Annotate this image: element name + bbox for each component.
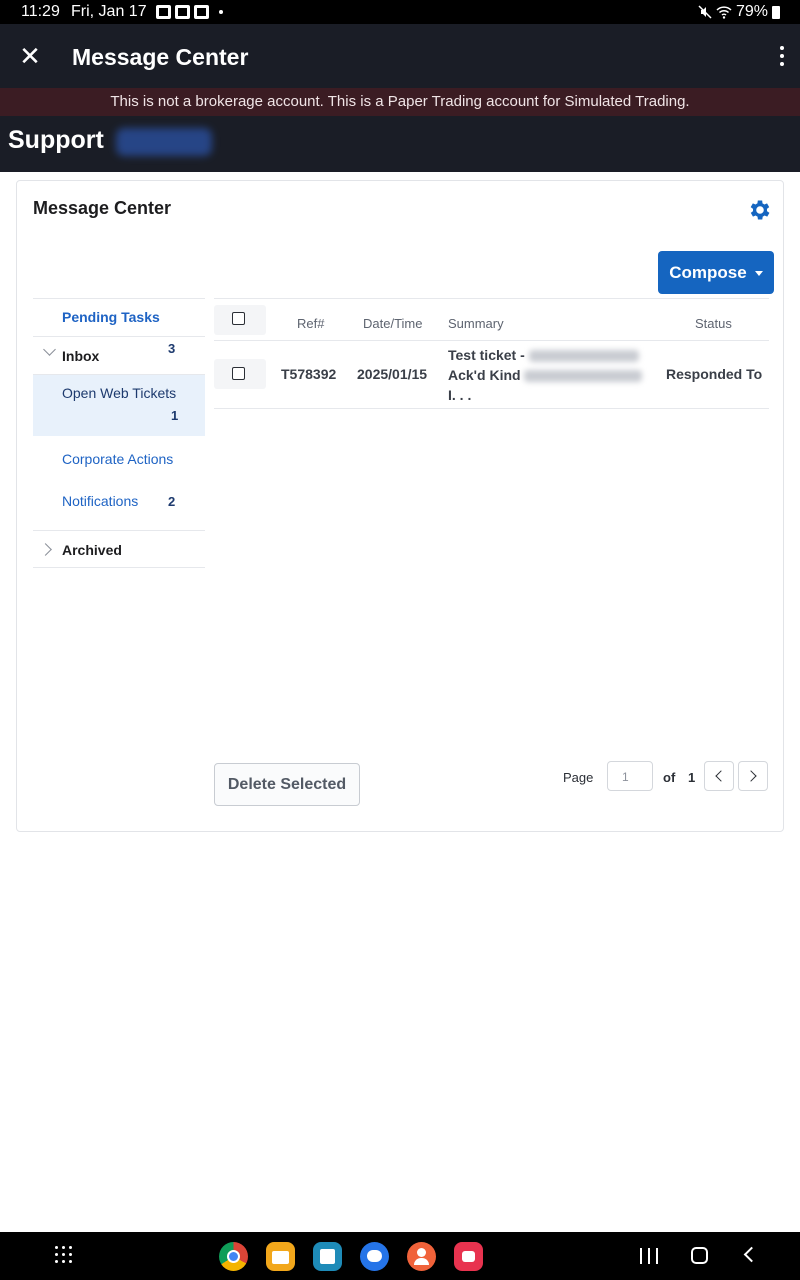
more-options-icon[interactable]: [776, 44, 788, 68]
chevron-right-icon: [39, 543, 52, 556]
summary-line-2: Ack'd Kind: [448, 367, 521, 383]
inbox-count: 3: [168, 341, 176, 356]
support-title: Support: [8, 126, 104, 154]
chevron-right-icon: [745, 770, 757, 782]
chevron-down-icon: [43, 343, 56, 356]
calendar-notification-icon: [175, 5, 190, 19]
notifications-count: 2: [168, 494, 176, 509]
summary-line-3: I. . .: [448, 387, 472, 403]
notifications-label: Notifications: [62, 493, 139, 509]
corporate-actions-label: Corporate Actions: [62, 451, 174, 467]
sidebar-item-inbox[interactable]: Inbox 3: [33, 336, 205, 374]
delete-selected-button[interactable]: Delete Selected: [214, 763, 360, 806]
table-header: Ref# Date/Time Summary Status: [214, 298, 769, 341]
row-datetime: 2025/01/15: [357, 366, 428, 382]
caret-down-icon: [754, 271, 763, 276]
table-row[interactable]: T578392 2025/01/15 Test ticket - Ack'd K…: [214, 341, 769, 409]
header-summary[interactable]: Summary: [448, 316, 504, 331]
navigation-bar: [0, 1232, 800, 1280]
message-center-card: Message Center Compose Pending Tasks Inb…: [16, 180, 784, 832]
camera-app-icon[interactable]: [454, 1242, 483, 1271]
notification-icons: [156, 5, 223, 19]
card-title: Message Center: [33, 198, 172, 218]
redacted-text: [524, 370, 643, 383]
battery-icon: [772, 5, 780, 19]
inbox-label: Inbox: [62, 348, 100, 364]
contacts-app-icon[interactable]: [407, 1242, 436, 1271]
message-sidebar: Pending Tasks Inbox 3 Open Web Tickets 1…: [33, 298, 205, 568]
back-icon[interactable]: [743, 1246, 760, 1263]
sidebar-item-open-web-tickets[interactable]: Open Web Tickets 1: [33, 374, 205, 436]
paper-trading-banner: This is not a brokerage account. This is…: [0, 88, 800, 116]
row-ref: T578392: [281, 366, 337, 382]
next-page-button[interactable]: [738, 761, 768, 791]
close-icon[interactable]: ✕: [16, 42, 44, 70]
support-header: Support: [0, 116, 800, 172]
total-pages: 1: [688, 770, 696, 785]
tickets-table: Ref# Date/Time Summary Status T578392 20…: [214, 298, 769, 409]
select-all-checkbox[interactable]: [232, 312, 245, 325]
app-title: Message Center: [72, 44, 249, 70]
sidebar-item-pending-tasks[interactable]: Pending Tasks: [33, 298, 205, 336]
sidebar-item-notifications[interactable]: Notifications 2: [33, 478, 205, 530]
row-summary: Test ticket - Ack'd Kind I. . .: [448, 345, 648, 405]
calendar-notification-icon-2: [194, 5, 209, 19]
compose-button[interactable]: Compose: [658, 251, 774, 294]
mute-icon: [698, 5, 712, 19]
pending-tasks-label: Pending Tasks: [62, 309, 160, 325]
summary-line-1: Test ticket -: [448, 347, 525, 363]
sidebar-item-archived[interactable]: Archived: [33, 530, 205, 568]
app-drawer-icon[interactable]: [55, 1246, 73, 1264]
battery-percent: 79%: [735, 3, 768, 20]
status-right: 79%: [698, 3, 780, 21]
header-datetime[interactable]: Date/Time: [363, 316, 422, 331]
row-status: Responded To: [666, 366, 763, 382]
status-date: Fri, Jan 17: [71, 3, 147, 20]
status-bar: 11:29 Fri, Jan 17 79%: [0, 0, 800, 24]
select-all-checkbox-cell: [214, 305, 266, 335]
app-dock: [219, 1242, 483, 1271]
open-web-tickets-label: Open Web Tickets: [62, 385, 177, 401]
more-notifications-dot-icon: [219, 10, 223, 14]
archived-label: Archived: [62, 542, 122, 558]
header-ref[interactable]: Ref#: [297, 316, 324, 331]
recents-icon[interactable]: [640, 1248, 658, 1264]
row-checkbox[interactable]: [232, 367, 245, 380]
home-icon[interactable]: [691, 1247, 708, 1264]
chevron-left-icon: [715, 770, 727, 782]
calendar-app-icon[interactable]: [313, 1242, 342, 1271]
row-checkbox-cell: [214, 359, 266, 389]
redacted-text: [528, 350, 639, 363]
redacted-account-id: [116, 128, 212, 156]
gear-icon[interactable]: [747, 197, 773, 223]
files-app-icon[interactable]: [266, 1242, 295, 1271]
app-bar: ✕ Message Center: [0, 24, 800, 88]
header-status[interactable]: Status: [695, 316, 732, 331]
page-input[interactable]: 1: [607, 761, 653, 791]
sidebar-item-corporate-actions[interactable]: Corporate Actions: [33, 436, 205, 478]
chrome-app-icon[interactable]: [219, 1242, 248, 1271]
status-time: 11:29: [21, 3, 60, 20]
compose-label: Compose: [669, 262, 747, 282]
page-label: Page: [563, 770, 594, 785]
gallery-notification-icon: [156, 5, 171, 19]
wifi-icon: [716, 6, 732, 19]
open-web-tickets-count: 1: [171, 408, 179, 423]
messages-app-icon[interactable]: [360, 1242, 389, 1271]
of-label: of: [663, 770, 676, 785]
prev-page-button[interactable]: [704, 761, 734, 791]
